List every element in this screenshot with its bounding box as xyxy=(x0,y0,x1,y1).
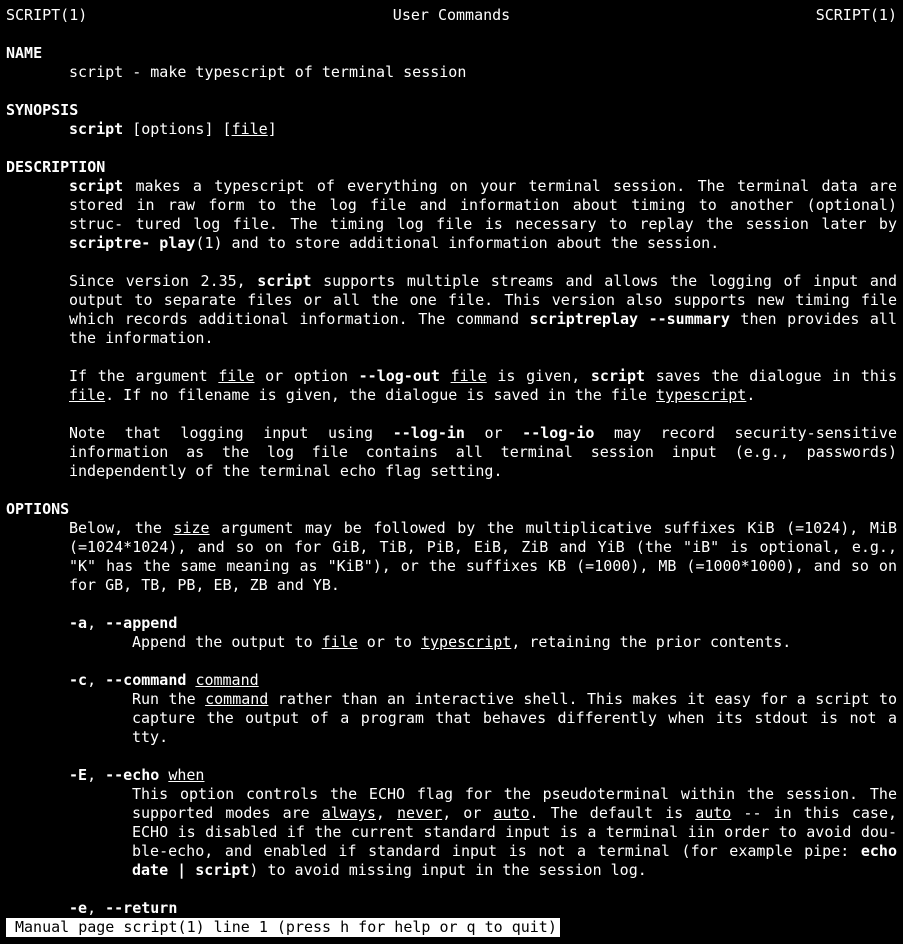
opt-c-sep: , xyxy=(87,671,105,689)
opt-E-short: -E xyxy=(69,766,87,784)
opt-e-long: --return xyxy=(105,899,177,917)
synopsis-opts: [options] [ xyxy=(123,120,231,138)
description-p3: If the argument file or option --log-out… xyxy=(69,367,897,405)
opt-E-c1: , xyxy=(376,804,397,822)
section-synopsis-heading: SYNOPSIS xyxy=(6,101,897,120)
desc-p2-summary: scriptreplay --summary xyxy=(530,310,730,328)
desc-p3-h: . xyxy=(746,386,755,404)
opt-a-desc-b: or to xyxy=(358,633,421,651)
option-c-desc: Run the command rather than an interacti… xyxy=(132,690,897,747)
desc-p3-logout: --log-out xyxy=(359,367,440,385)
section-name-heading: NAME xyxy=(6,44,897,63)
desc-p1-body: makes a typescript of everything on your… xyxy=(69,177,897,233)
opt-intro-size: size xyxy=(173,519,209,537)
name-line: script - make typescript of terminal ses… xyxy=(69,63,897,82)
desc-p3-file1: file xyxy=(218,367,254,385)
header-center: User Commands xyxy=(393,6,510,25)
pager-status-line[interactable]: Manual page script(1) line 1 (press h fo… xyxy=(6,918,560,937)
opt-a-long: --append xyxy=(105,614,177,632)
desc-p1-tail: (1) and to store additional information … xyxy=(195,234,719,252)
desc-p3-b: or option xyxy=(254,367,358,385)
desc-p4-logio: --log-io xyxy=(522,424,594,442)
header-right: SCRIPT(1) xyxy=(816,6,897,25)
desc-p3-a: If the argument xyxy=(69,367,218,385)
desc-p4-c: or xyxy=(465,424,522,442)
desc-p3-sp xyxy=(440,367,451,385)
opt-E-desc-d: ) to avoid missing input in the session … xyxy=(249,861,646,879)
opt-intro-a: Below, the xyxy=(69,519,173,537)
opt-c-arg: command xyxy=(195,671,258,689)
option-e-header: -e, --return xyxy=(69,899,897,918)
section-description-heading: DESCRIPTION xyxy=(6,158,897,177)
desc-p3-file3: file xyxy=(69,386,105,404)
desc-p3-script: script xyxy=(591,367,645,385)
description-p1: script makes a typescript of everything … xyxy=(69,177,897,253)
opt-E-auto2: auto xyxy=(695,804,731,822)
manpage-view: SCRIPT(1) User Commands SCRIPT(1) NAME s… xyxy=(0,0,903,918)
synopsis-cmd: script xyxy=(69,120,123,138)
opt-E-arg: when xyxy=(168,766,204,784)
opt-c-cmd: command xyxy=(205,690,268,708)
opt-a-desc-c: , retaining the prior contents. xyxy=(511,633,791,651)
desc-p3-g: . If no filename is given, the dialogue … xyxy=(105,386,656,404)
opt-a-short: -a xyxy=(69,614,87,632)
opt-E-sp xyxy=(159,766,168,784)
synopsis-file: file xyxy=(232,120,268,138)
opt-c-desc-a: Run the xyxy=(132,690,205,708)
option-a-desc: Append the output to file or to typescri… xyxy=(132,633,897,652)
opt-a-file: file xyxy=(322,633,358,651)
desc-p4-a: Note that logging input using xyxy=(69,424,393,442)
option-E-header: -E, --echo when xyxy=(69,766,897,785)
description-p4: Note that logging input using --log-in o… xyxy=(69,424,897,481)
desc-p2-script: script xyxy=(257,272,311,290)
opt-E-never: never xyxy=(397,804,442,822)
opt-c-short: -c xyxy=(69,671,87,689)
desc-p3-file2: file xyxy=(451,367,487,385)
opt-E-desc-b: . The default is xyxy=(530,804,696,822)
section-options-heading: OPTIONS xyxy=(6,500,897,519)
desc-p3-typescript: typescript xyxy=(656,386,746,404)
desc-p3-f: saves the dialogue in this xyxy=(645,367,897,385)
description-p2: Since version 2.35, script supports mult… xyxy=(69,272,897,348)
synopsis-close: ] xyxy=(268,120,277,138)
opt-a-desc-a: Append the output to xyxy=(132,633,322,651)
opt-a-ts: typescript xyxy=(421,633,511,651)
desc-p4-login: --log-in xyxy=(393,424,465,442)
option-E-desc: This option controls the ECHO flag for t… xyxy=(132,785,897,880)
desc-p2-a: Since version 2.35, xyxy=(69,272,257,290)
options-intro: Below, the size argument may be followed… xyxy=(69,519,897,595)
header-left: SCRIPT(1) xyxy=(6,6,87,25)
synopsis-line: script [options] [file] xyxy=(69,120,897,139)
opt-E-always: always xyxy=(322,804,376,822)
opt-E-long: --echo xyxy=(105,766,159,784)
opt-c-long: --command xyxy=(105,671,186,689)
opt-E-sep: , xyxy=(87,766,105,784)
opt-e-sep: , xyxy=(87,899,105,917)
option-c-header: -c, --command command xyxy=(69,671,897,690)
desc-p1-script: script xyxy=(69,177,123,195)
opt-e-short: -e xyxy=(69,899,87,917)
desc-p3-d: is given, xyxy=(487,367,591,385)
opt-E-auto1: auto xyxy=(493,804,529,822)
manpage-header: SCRIPT(1) User Commands SCRIPT(1) xyxy=(6,6,897,25)
desc-p1-scriptreplay: scriptre‐ play xyxy=(69,234,195,252)
opt-a-sep: , xyxy=(87,614,105,632)
option-a-header: -a, --append xyxy=(69,614,897,633)
opt-E-c2: , or xyxy=(442,804,493,822)
